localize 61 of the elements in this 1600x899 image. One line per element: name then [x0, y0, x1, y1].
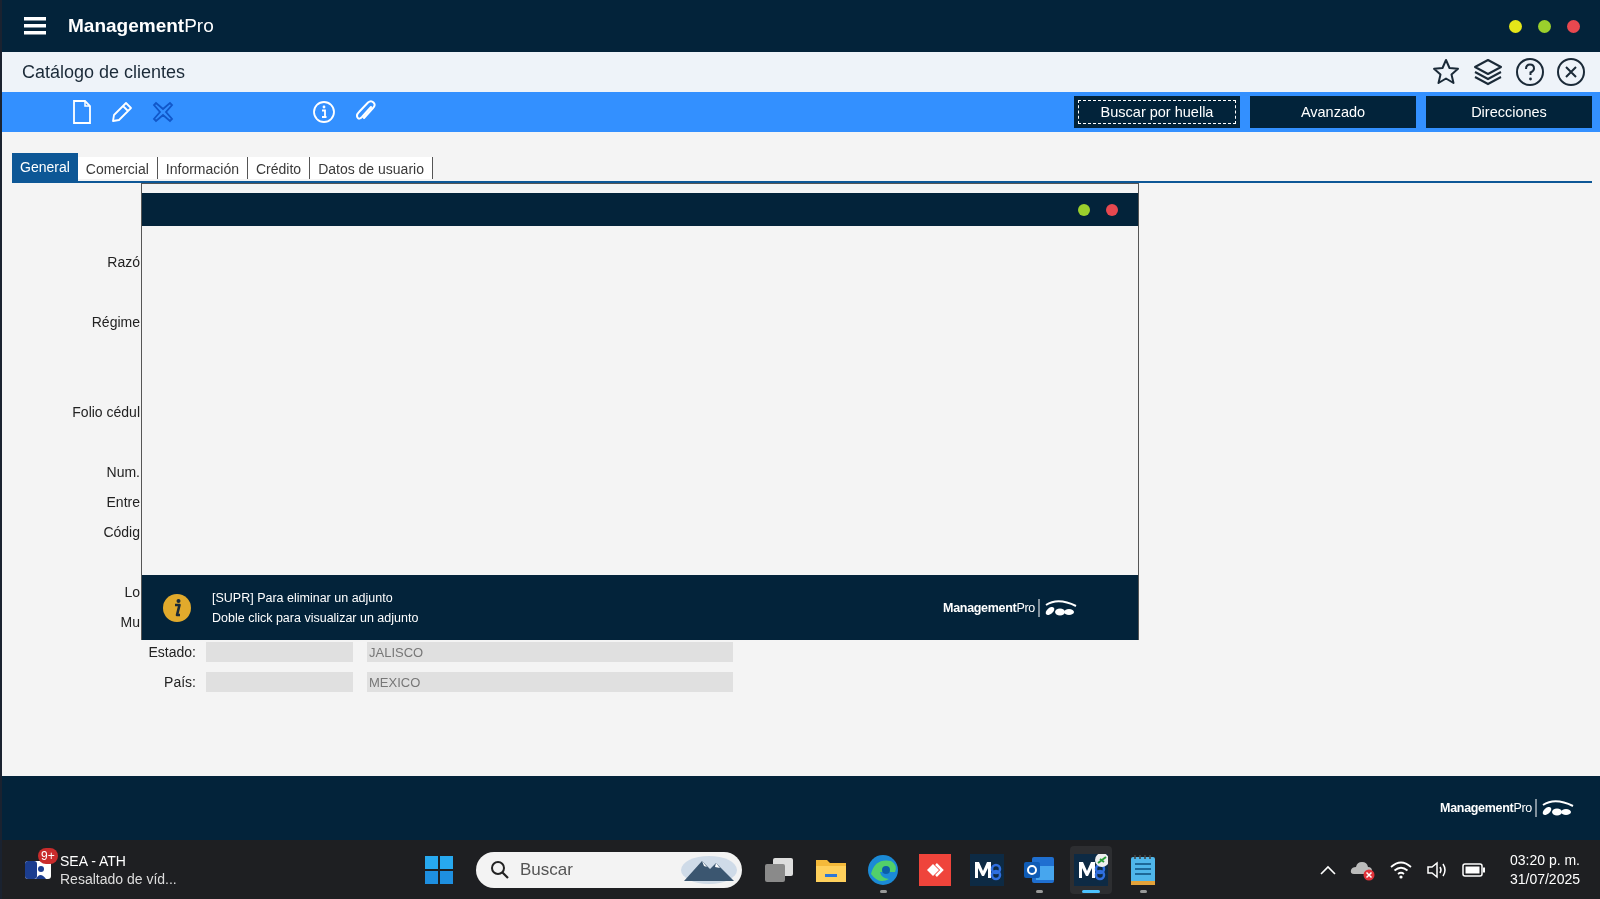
info-icon — [162, 592, 192, 623]
input-field[interactable]: MEXICO — [367, 672, 733, 692]
toolbar-button[interactable]: Direcciones — [1426, 96, 1592, 128]
chevron-up-icon[interactable] — [1319, 864, 1336, 875]
field-label: Folio cédul — [71, 404, 140, 420]
close-button[interactable] — [1106, 203, 1118, 216]
clock-time[interactable]: 03:20 p. m. — [1509, 852, 1580, 868]
input-field[interactable]: JALISCO — [367, 642, 733, 662]
logo-mark-icon — [1535, 797, 1575, 819]
volume-icon[interactable] — [1425, 860, 1448, 879]
search-icon — [490, 859, 510, 880]
maximize-button[interactable] — [1078, 203, 1090, 216]
field-label: Entre — [105, 494, 140, 510]
browser-icon — [867, 853, 899, 886]
field-label: Códig — [102, 524, 140, 540]
new-file-icon[interactable] — [72, 100, 92, 124]
help-icon[interactable] — [1515, 57, 1545, 87]
notification-badge: 9+ — [38, 847, 58, 864]
tab[interactable]: Información — [157, 157, 248, 179]
field-label: Razó — [106, 254, 140, 270]
layers-icon[interactable] — [1472, 57, 1504, 87]
logo-text: ManagementPro — [943, 600, 1035, 615]
logo-text: ManagementPro — [1440, 801, 1532, 815]
sports-logo-icon[interactable] — [24, 859, 52, 880]
mountain-icon — [680, 854, 738, 885]
tab[interactable]: Comercial — [77, 157, 158, 179]
app-title: ManagementPro — [68, 15, 214, 37]
widget-title: SEA - ATH — [60, 852, 127, 869]
clock-date[interactable]: 31/07/2025 — [1509, 871, 1580, 887]
wifi-icon[interactable] — [1389, 860, 1412, 879]
widget-subtitle: Resaltado de víd... — [60, 870, 177, 887]
letter-m-icon — [1074, 853, 1108, 886]
hint-text: Doble click para visualizar un adjunto — [212, 610, 419, 625]
tab[interactable]: General — [12, 153, 78, 181]
letter-m-icon — [970, 853, 1004, 886]
maximize-button[interactable] — [1538, 19, 1551, 33]
star-icon[interactable] — [1431, 57, 1461, 87]
start-icon[interactable] — [424, 854, 454, 885]
pencil-icon[interactable] — [110, 100, 134, 124]
field-label: Num. — [105, 464, 140, 480]
tab[interactable]: Datos de usuario — [310, 157, 433, 179]
toolbar-button[interactable]: Buscar por huella — [1074, 96, 1240, 128]
menu-icon[interactable] — [24, 17, 46, 35]
info-icon[interactable] — [312, 100, 336, 124]
hint-text: [SUPR] Para eliminar un adjunto — [212, 590, 394, 605]
field-label: Lo — [123, 584, 140, 600]
logo-mark-icon — [1038, 596, 1078, 619]
field-label: Mu — [119, 614, 140, 630]
windows-icon — [763, 855, 795, 884]
field-label: Régime — [90, 314, 140, 330]
close-button[interactable] — [1567, 19, 1580, 33]
taskbar-app[interactable] — [1070, 845, 1112, 894]
battery-icon[interactable] — [1461, 862, 1486, 877]
field-label: País: — [163, 674, 197, 690]
close-icon[interactable] — [1556, 57, 1586, 87]
field-label: Estado: — [147, 644, 197, 660]
page-title: Catálogo de clientes — [22, 61, 186, 83]
notepad-icon — [1129, 853, 1157, 886]
tab[interactable]: Crédito — [248, 157, 311, 179]
minimize-button[interactable] — [1509, 19, 1522, 33]
toolbar-button[interactable]: Avanzado — [1250, 96, 1416, 128]
